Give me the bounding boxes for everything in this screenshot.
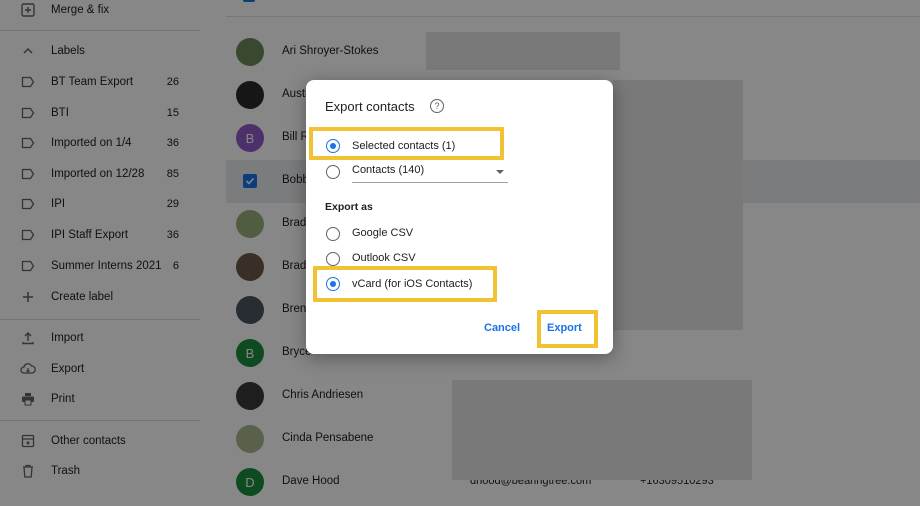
chevron-down-icon[interactable]: [496, 170, 504, 174]
dialog-title: Export contacts: [325, 99, 415, 114]
format-label: Outlook CSV: [352, 252, 416, 264]
export-as-heading: Export as: [325, 201, 373, 213]
radio-google-csv[interactable]: [326, 227, 340, 241]
radio-outlook-csv[interactable]: [326, 252, 340, 266]
dropdown-underline: [352, 182, 508, 183]
radio-all-contacts[interactable]: [326, 165, 340, 179]
highlight-vcard: [313, 266, 497, 302]
format-label: Google CSV: [352, 227, 414, 239]
highlight-export-button: [537, 310, 598, 348]
all-contacts-dropdown[interactable]: Contacts (140): [352, 164, 424, 176]
cancel-button[interactable]: Cancel: [484, 322, 520, 334]
highlight-selected-contacts: [309, 127, 504, 160]
help-icon[interactable]: ?: [430, 99, 444, 113]
